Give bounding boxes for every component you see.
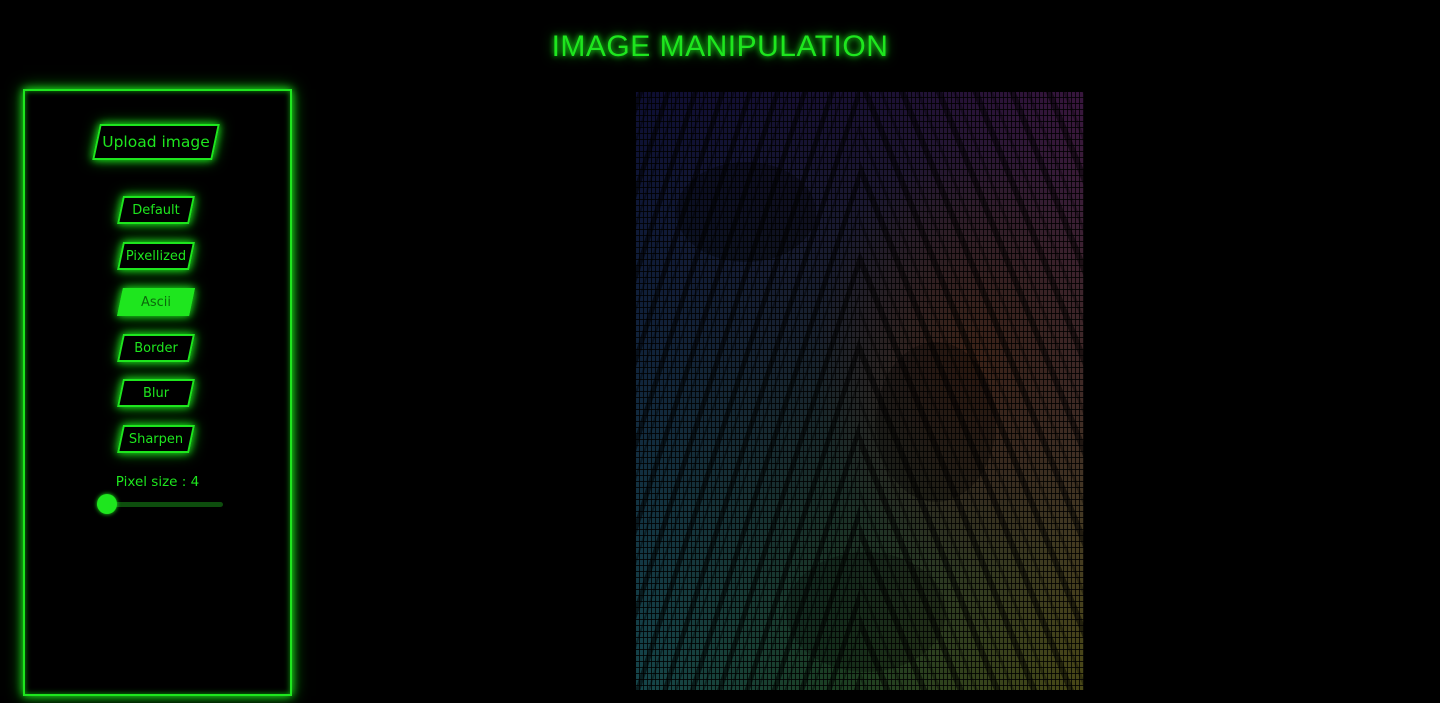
filter-ascii-button[interactable]: Ascii (117, 288, 195, 316)
upload-image-button[interactable]: Upload image (92, 124, 220, 160)
control-panel: Upload image Default Pixellized Ascii Bo… (23, 89, 292, 696)
filter-ascii-label: Ascii (140, 294, 172, 310)
pixel-size-slider[interactable] (97, 494, 223, 514)
image-canvas (636, 92, 1084, 690)
filter-blur-label: Blur (142, 385, 170, 401)
ascii-image-render (636, 92, 1084, 690)
filter-border-button[interactable]: Border (117, 334, 195, 362)
filter-default-button[interactable]: Default (117, 196, 195, 224)
filter-sharpen-label: Sharpen (128, 431, 184, 447)
pixel-size-label: Pixel size : 4 (115, 474, 200, 490)
filter-pixellized-label: Pixellized (125, 248, 187, 264)
filter-blur-button[interactable]: Blur (117, 379, 195, 407)
page-title: IMAGE MANIPULATION (551, 30, 889, 63)
filter-sharpen-button[interactable]: Sharpen (117, 425, 195, 453)
filter-pixellized-button[interactable]: Pixellized (117, 242, 195, 270)
filter-default-label: Default (132, 202, 180, 218)
upload-image-label: Upload image (102, 133, 210, 151)
filter-border-label: Border (134, 340, 178, 356)
pixel-size-slider-thumb[interactable] (97, 494, 117, 514)
